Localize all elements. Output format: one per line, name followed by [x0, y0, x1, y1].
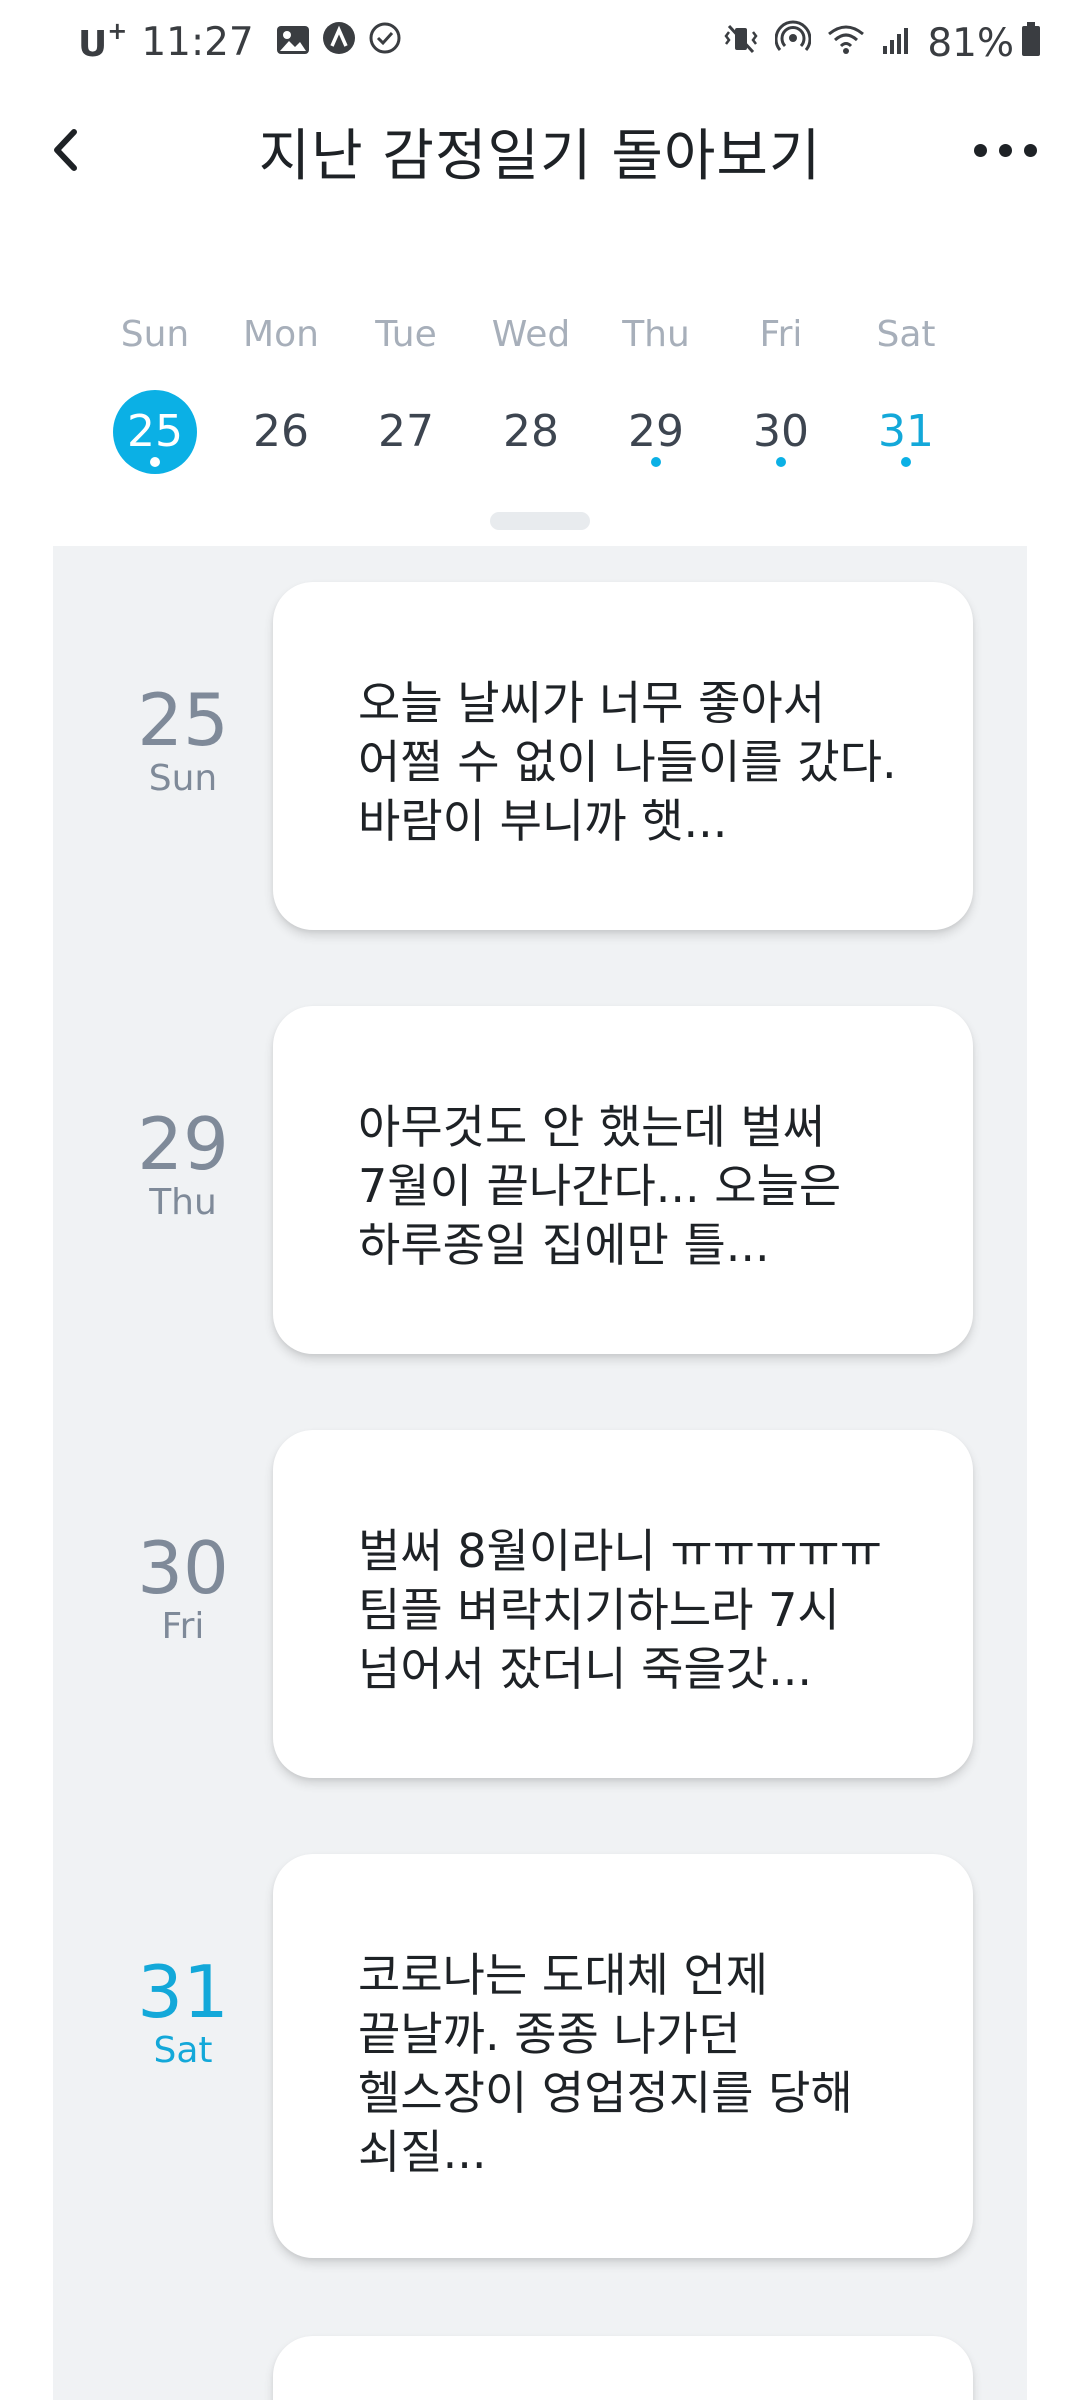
check-circle-icon [368, 20, 402, 65]
day-wed[interactable]: Wed 28 [468, 300, 594, 480]
entry-weekday: Sat [153, 2030, 213, 2071]
entry-indicator [651, 457, 661, 467]
day-name: Fri [759, 314, 803, 355]
app-header: 지난 감정일기 돌아보기 [0, 95, 1080, 205]
day-sat[interactable]: Sat 31 [843, 300, 969, 480]
entry-day-number: 30 [137, 1526, 229, 1610]
day-name: Sat [876, 314, 936, 355]
diary-card[interactable]: 아무것도 안 했는데 벌써 7월이 끝나간다... 오늘은 하루종일 집에만 틀… [273, 1006, 973, 1354]
more-dot-icon [973, 143, 987, 157]
entry-date: 25 Sun [83, 684, 283, 799]
day-sun[interactable]: Sun 25 [92, 300, 218, 480]
hotspot-icon [774, 20, 812, 66]
diary-entry: 30 Fri 벌써 8월이라니 ㅠㅠㅠㅠㅠ 팀플 벼락치기하느라 7시 넘어서 … [53, 1430, 1027, 1780]
day-number: 28 [503, 406, 559, 457]
day-mon[interactable]: Mon 26 [218, 300, 344, 480]
entry-indicator [901, 457, 911, 467]
entry-indicator [776, 457, 786, 467]
battery-icon [1022, 21, 1040, 66]
diary-list: 25 Sun 오늘 날씨가 너무 좋아서 어쩔 수 없이 나들이를 갔다. 바람… [53, 546, 1027, 2400]
day-thu[interactable]: Thu 29 [593, 300, 719, 480]
day-number: 27 [378, 406, 434, 457]
diary-preview-text: 코로나는 도대체 언제 끝날까. 종종 나가던 헬스장이 영업정지를 당해 쇠질… [358, 1948, 853, 2179]
page-title: 지난 감정일기 돌아보기 [258, 124, 822, 189]
day-fri[interactable]: Fri 30 [718, 300, 844, 480]
entry-day-number: 31 [137, 1950, 229, 2034]
day-tue[interactable]: Tue 27 [343, 300, 469, 480]
battery-percent: 81% [927, 20, 1014, 66]
entry-date: 31 Sat [83, 1956, 283, 2071]
day-number: 26 [253, 406, 309, 457]
diary-entry: 29 Thu 아무것도 안 했는데 벌써 7월이 끝나간다... 오늘은 하루종… [53, 1006, 1027, 1356]
wifi-icon [827, 21, 865, 66]
more-options-button[interactable] [960, 115, 1050, 185]
day-name: Tue [375, 314, 437, 355]
carrier-label: U+ [78, 16, 128, 65]
day-name: Thu [622, 314, 690, 355]
status-time: 11:27 [141, 20, 254, 65]
day-name: Sun [120, 314, 190, 355]
diary-preview-text: 아무것도 안 했는데 벌써 7월이 끝나간다... 오늘은 하루종일 집에만 틀… [358, 1100, 842, 1272]
diary-preview-text: 오늘 날씨가 너무 좋아서 어쩔 수 없이 나들이를 갔다. 바람이 부니까 햇… [358, 676, 897, 848]
entry-date: 30 Fri [83, 1532, 283, 1647]
diary-card[interactable] [273, 2336, 973, 2400]
diary-entry: 31 Sat 코로나는 도대체 언제 끝날까. 종종 나가던 헬스장이 영업정지… [53, 1854, 1027, 2264]
day-name: Wed [491, 314, 571, 355]
drag-handle[interactable] [490, 512, 590, 530]
day-name: Mon [243, 314, 319, 355]
more-dot-icon [998, 143, 1012, 157]
diary-card[interactable]: 벌써 8월이라니 ㅠㅠㅠㅠㅠ 팀플 벼락치기하느라 7시 넘어서 잤더니 죽을갓… [273, 1430, 973, 1778]
status-bar: U+ 11:27 81% [0, 0, 1080, 90]
entry-day-number: 29 [137, 1102, 229, 1186]
signal-icon [881, 21, 911, 66]
entry-weekday: Sun [148, 758, 218, 799]
entry-weekday: Thu [149, 1182, 217, 1223]
diary-preview-text: 벌써 8월이라니 ㅠㅠㅠㅠㅠ 팀플 벼락치기하느라 7시 넘어서 잤더니 죽을갓… [358, 1524, 883, 1696]
more-dot-icon [1023, 143, 1037, 157]
entry-indicator [150, 457, 160, 467]
gallery-icon [276, 20, 310, 65]
diary-card[interactable]: 오늘 날씨가 너무 좋아서 어쩔 수 없이 나들이를 갔다. 바람이 부니까 햇… [273, 582, 973, 930]
entry-day-number: 25 [137, 678, 229, 762]
diary-entry-partial [53, 2336, 1027, 2400]
diary-card[interactable]: 코로나는 도대체 언제 끝날까. 종종 나가던 헬스장이 영업정지를 당해 쇠질… [273, 1854, 973, 2258]
screen: U+ 11:27 81% 지난 감정일기 돌아보기 Sun 25 Mon 26 … [0, 0, 1080, 2400]
diary-entry: 25 Sun 오늘 날씨가 너무 좋아서 어쩔 수 없이 나들이를 갔다. 바람… [53, 582, 1027, 932]
entry-date: 29 Thu [83, 1108, 283, 1223]
week-strip: Sun 25 Mon 26 Tue 27 Wed 28 Thu 29 Fri 3… [0, 300, 1080, 500]
entry-weekday: Fri [161, 1606, 205, 1647]
vibrate-mute-icon [723, 21, 759, 66]
app-notification-icon [322, 20, 356, 65]
